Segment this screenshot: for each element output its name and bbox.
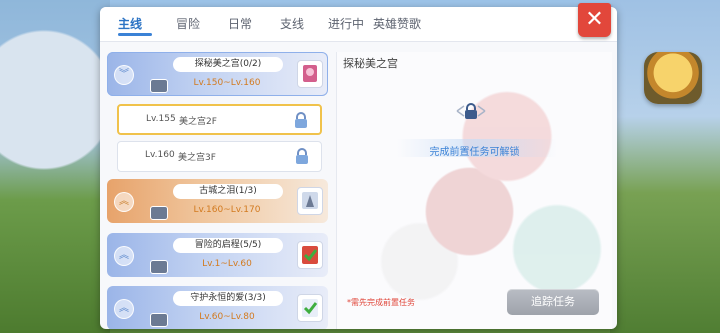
prerequisite-note: *需先完成前置任务: [347, 298, 415, 307]
background-scenery-left: [0, 0, 110, 333]
tab-hero-ode[interactable]: 英雄赞歌: [373, 15, 421, 32]
task-row[interactable]: Lv.160 美之宫3F: [117, 141, 322, 172]
quest-tabs: 主线 冒险 日常 支线 进行中 英雄赞歌: [100, 7, 617, 42]
quest-group-header[interactable]: ︽ 冒险的启程(5/5) Lv.1~Lv.60: [107, 233, 328, 277]
quest-panel: 主线 冒险 日常 支线 进行中 英雄赞歌 ︾ 探秘美之宫(0/2) Lv.150…: [100, 7, 617, 329]
completed-check-icon: [297, 241, 323, 269]
quest-group-header[interactable]: ︾ 探秘美之宫(0/2) Lv.150~Lv.160: [107, 52, 328, 96]
quest-detail: 探秘美之宫 完成前置任务可解锁 *需先完成前置任务 追踪任务: [336, 52, 612, 329]
task-name: 美之宫2F: [179, 117, 217, 127]
map-icon: [150, 313, 168, 327]
quest-group-level: Lv.1~Lv.60: [202, 259, 252, 269]
task-row[interactable]: Lv.155 美之宫2F: [117, 104, 322, 135]
background-scenery-right: [610, 0, 720, 333]
expand-chevron-icon[interactable]: ︽: [114, 299, 134, 319]
collapse-chevron-icon[interactable]: ︾: [114, 65, 134, 85]
map-icon: [150, 79, 168, 93]
quest-group-header[interactable]: ︽ 古城之泪(1/3) Lv.160~Lv.170: [107, 179, 328, 223]
detail-title: 探秘美之宫: [343, 57, 398, 70]
quest-group-level: Lv.60~Lv.80: [199, 312, 255, 322]
quest-group-title: 古城之泪(1/3): [173, 184, 283, 199]
track-quest-button[interactable]: 追踪任务: [507, 289, 599, 315]
quest-group-title: 探秘美之宫(0/2): [173, 57, 283, 72]
quest-group-title: 守护永恒的爱(3/3): [173, 291, 283, 306]
tab-main[interactable]: 主线: [118, 15, 142, 32]
expand-chevron-icon[interactable]: ︽: [114, 192, 134, 212]
completed-check-icon: [297, 294, 323, 322]
task-level: Lv.155: [146, 114, 176, 124]
tab-in-progress[interactable]: 进行中: [328, 15, 364, 32]
expand-chevron-icon[interactable]: ︽: [114, 246, 134, 266]
tab-side[interactable]: 支线: [280, 15, 304, 32]
tab-daily[interactable]: 日常: [228, 15, 252, 32]
chart-trophy-icon: [297, 60, 323, 88]
quest-list[interactable]: ︾ 探秘美之宫(0/2) Lv.150~Lv.160 Lv.155 美之宫2F …: [107, 52, 330, 329]
active-tab-indicator: [118, 33, 152, 36]
quest-group-level: Lv.150~Lv.160: [193, 78, 261, 88]
event-badge-icon[interactable]: [644, 52, 702, 104]
lock-icon: [295, 112, 307, 128]
quest-group-title: 冒险的启程(5/5): [173, 238, 283, 253]
lock-icon: [296, 148, 308, 164]
tab-adventure[interactable]: 冒险: [176, 15, 200, 32]
close-button[interactable]: ✕: [578, 3, 611, 37]
tower-card-icon: [297, 187, 323, 215]
quest-group-level: Lv.160~Lv.170: [193, 205, 261, 215]
quest-group-header[interactable]: ︽ 守护永恒的爱(3/3) Lv.60~Lv.80: [107, 286, 328, 329]
map-icon: [150, 206, 168, 220]
lock-icon: [456, 103, 486, 119]
unlock-hint: 完成前置任务可解锁: [429, 147, 520, 158]
map-icon: [150, 260, 168, 274]
task-name: 美之宫3F: [178, 153, 216, 163]
task-level: Lv.160: [145, 150, 175, 160]
